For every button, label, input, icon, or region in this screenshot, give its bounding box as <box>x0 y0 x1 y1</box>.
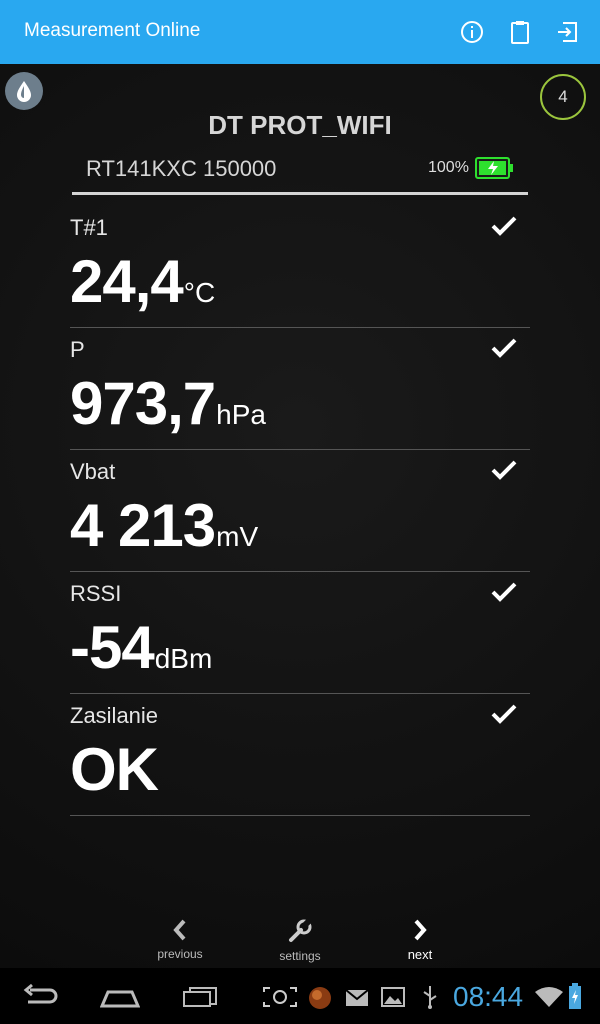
clipboard-icon[interactable] <box>506 18 534 46</box>
app-bar: Measurement Online <box>0 0 600 64</box>
usb-icon <box>420 984 440 1015</box>
measurement-value: -54dBm <box>70 614 213 681</box>
check-icon <box>490 337 518 364</box>
measurement-row-t1[interactable]: T#1 24,4°C <box>70 205 530 328</box>
battery-percent: 100% <box>428 159 469 176</box>
measurement-label: RSSI <box>70 581 122 606</box>
wifi-icon <box>534 986 564 1013</box>
chevron-left-icon <box>173 919 186 941</box>
system-clock: 08:44 <box>453 981 524 1012</box>
check-icon <box>490 459 518 486</box>
next-button[interactable]: next <box>380 918 460 962</box>
check-icon <box>490 215 518 242</box>
measurement-label: P <box>70 337 85 362</box>
settings-label: settings <box>279 949 321 963</box>
measurement-label: Vbat <box>70 459 116 484</box>
screenshot-icon <box>262 986 298 1013</box>
drop-icon <box>17 81 31 102</box>
measurement-value: OK <box>70 736 159 803</box>
mail-icon <box>344 988 370 1013</box>
image-icon <box>380 986 406 1013</box>
measurement-value: 24,4°C <box>70 248 216 315</box>
info-icon[interactable] <box>458 18 486 46</box>
app-title: Measurement Online <box>24 20 201 41</box>
main-content: 4 DT PROT_WIFI RT141KXC 150000 100% T#1 … <box>0 64 600 968</box>
measurement-label: Zasilanie <box>70 703 159 728</box>
measurement-label: T#1 <box>70 215 108 240</box>
exit-icon[interactable] <box>554 18 582 46</box>
measurement-row-rssi[interactable]: RSSI -54dBm <box>70 571 530 694</box>
previous-label: previous <box>157 947 203 961</box>
measurement-value: 4 213mV <box>70 492 259 559</box>
app-notification-icon <box>307 985 333 1016</box>
chevron-right-icon <box>414 919 427 941</box>
drop-button[interactable] <box>5 72 43 110</box>
previous-button[interactable]: previous <box>140 918 220 961</box>
check-icon <box>490 581 518 608</box>
home-icon[interactable] <box>99 982 141 1015</box>
measurement-row-zasilanie[interactable]: Zasilanie OK <box>70 693 530 816</box>
check-icon <box>490 703 518 730</box>
recent-apps-icon[interactable] <box>180 982 220 1015</box>
device-name: DT PROT_WIFI <box>208 110 392 140</box>
measurement-value: 973,7hPa <box>70 370 266 437</box>
measurement-row-p[interactable]: P 973,7hPa <box>70 327 530 450</box>
settings-button[interactable]: settings <box>260 918 340 963</box>
measurement-row-vbat[interactable]: Vbat 4 213mV <box>70 449 530 572</box>
battery-icon <box>475 157 515 184</box>
device-serial: RT141KXC 150000 <box>86 156 277 181</box>
back-icon[interactable] <box>20 982 60 1015</box>
battery-status-icon <box>568 982 582 1015</box>
header-divider <box>72 192 528 195</box>
next-label: next <box>407 947 433 962</box>
wrench-icon <box>289 918 312 942</box>
system-nav-bar: 08:44 <box>0 968 600 1024</box>
